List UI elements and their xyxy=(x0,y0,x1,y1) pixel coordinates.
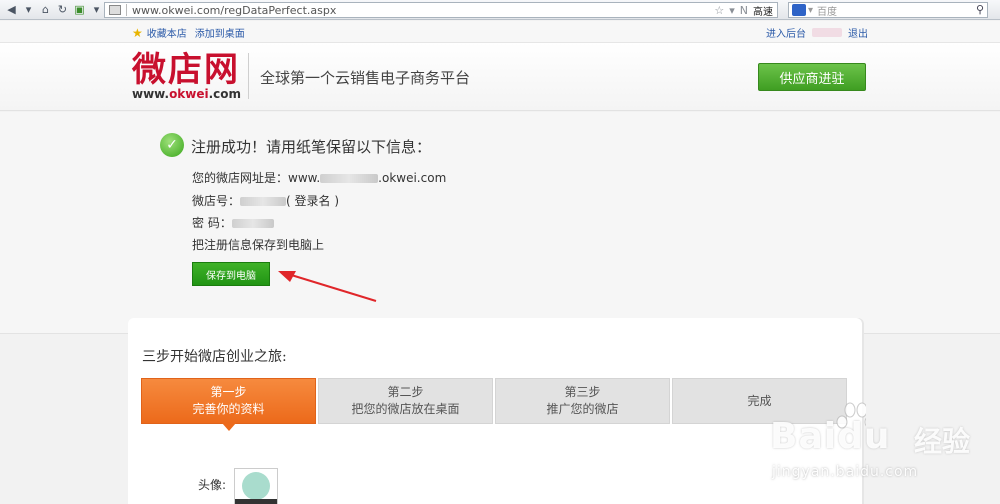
username-masked xyxy=(812,28,842,37)
logo-en-brand: okwei xyxy=(169,87,209,101)
watermark-brand-du: du xyxy=(837,416,891,457)
watermark-brand-bai: Bai xyxy=(770,416,838,457)
star-bookmark-icon[interactable]: ☆ xyxy=(714,4,724,17)
dropdown-arrow-icon[interactable]: ▾ xyxy=(21,2,36,18)
registration-success-panel: ✓ 注册成功！请用纸笔保留以下信息： 您的微店网址是：www. .okwei.co… xyxy=(0,112,1000,334)
search-input[interactable]: ▾ 百度 ⚲ xyxy=(788,2,988,18)
step-1-number: 第一步 xyxy=(210,385,247,399)
dropdown-arrow-icon[interactable]: ▾ xyxy=(808,5,813,16)
shop-url-line: 您的微店网址是：www. .okwei.com xyxy=(192,169,446,186)
url-text: www.okwei.com/regDataPerfect.aspx xyxy=(132,3,337,17)
add-desktop-link[interactable]: 添加到桌面 xyxy=(195,25,245,40)
favorite-star-icon: ★ xyxy=(132,25,143,40)
steps-card-title: 三步开始微店创业之旅: xyxy=(142,349,287,365)
logo-en-prefix: www. xyxy=(132,87,170,101)
step-2-tab[interactable]: 第二步 把您的微店放在桌面 xyxy=(318,378,493,424)
search-engine-icon[interactable] xyxy=(792,4,806,16)
supplier-join-button[interactable]: 供应商进驻 xyxy=(758,63,866,91)
baidu-watermark: Baidu 经验 jingyan.baidu.com xyxy=(766,396,1000,504)
password-line: 密 码： xyxy=(192,214,274,231)
step-1-title: 完善你的资料 xyxy=(192,402,265,416)
password-masked xyxy=(231,219,274,228)
success-title: 注册成功！请用纸笔保留以下信息： xyxy=(191,138,432,156)
step-3-number: 第三步 xyxy=(564,385,601,399)
shop-url-label: 您的微店网址是：www. xyxy=(192,171,321,185)
check-icon: ✓ xyxy=(160,133,184,157)
steps-tabs: 第一步 完善你的资料 第二步 把您的微店放在桌面 第三步 推广您的微店 完成 xyxy=(141,378,847,431)
logout-link[interactable]: 退出 xyxy=(848,25,868,40)
step-3-tab[interactable]: 第三步 推广您的微店 xyxy=(495,378,670,424)
shop-id-suffix: ( 登录名 ) xyxy=(286,194,340,208)
red-arrow-annotation xyxy=(278,271,377,302)
home-icon[interactable]: ⌂ xyxy=(38,2,53,18)
shop-id-line: 微店号： ( 登录名 ) xyxy=(192,192,339,209)
avatar-label: 头像: xyxy=(198,478,227,492)
watermark-brand: Baidu xyxy=(770,416,890,457)
slogan: 全球第一个云销售电子商务平台 xyxy=(260,69,471,87)
step-1-tab[interactable]: 第一步 完善你的资料 xyxy=(141,378,316,431)
logo-en: www.okwei.com xyxy=(132,87,241,101)
back-icon[interactable]: ◀ xyxy=(4,2,19,18)
avatar xyxy=(242,472,270,500)
extension-icon[interactable]: ▣ xyxy=(72,2,87,18)
step-2-title: 把您的微店放在桌面 xyxy=(351,402,460,416)
speed-mode-label[interactable]: 高速 xyxy=(753,3,773,18)
site-header: 微店网 www.okwei.com 全球第一个云销售电子商务平台 供应商进驻 xyxy=(0,43,1000,111)
shop-url-masked xyxy=(320,174,379,183)
refresh-icon[interactable]: ↻ xyxy=(55,2,70,18)
avatar-upload[interactable] xyxy=(234,468,278,504)
site-logo[interactable]: 微店网 www.okwei.com xyxy=(132,51,241,101)
password-label: 密 码： xyxy=(192,216,232,230)
shop-id-masked xyxy=(240,197,287,206)
compat-mode-icon[interactable]: Ν xyxy=(740,4,748,17)
logo-cn: 微店网 xyxy=(132,50,240,90)
steps-card: 三步开始微店创业之旅: 第一步 完善你的资料 第二步 把您的微店放在桌面 第三步… xyxy=(128,318,862,504)
shop-id-label: 微店号： xyxy=(192,194,241,208)
address-separator xyxy=(126,4,127,16)
avatar-caption-bar xyxy=(235,499,277,504)
search-icon[interactable]: ⚲ xyxy=(976,3,984,16)
save-hint: 把注册信息保存到电脑上 xyxy=(192,238,325,252)
backend-link[interactable]: 进入后台 xyxy=(766,25,806,40)
watermark-cn: 经验 xyxy=(914,425,971,458)
shop-url-suffix: .okwei.com xyxy=(378,171,447,185)
step-2-number: 第二步 xyxy=(387,385,424,399)
browser-toolbar: ◀ ▾ ⌂ ↻ ▣ ▾ www.okwei.com/regDataPerfect… xyxy=(0,0,1000,20)
search-placeholder: 百度 xyxy=(817,6,838,18)
address-bar[interactable]: www.okwei.com/regDataPerfect.aspx ☆ ▾ Ν … xyxy=(104,2,778,18)
menu-dropdown-icon[interactable]: ▾ xyxy=(89,2,104,18)
util-bar: ★ 收藏本店 添加到桌面 进入后台 退出 xyxy=(0,21,1000,43)
logo-en-suffix: .com xyxy=(208,87,242,101)
site-icon xyxy=(109,5,121,15)
dropdown-arrow-icon[interactable]: ▾ xyxy=(729,4,735,17)
header-divider xyxy=(248,53,249,99)
save-to-computer-button[interactable]: 保存到电脑 xyxy=(192,262,270,286)
favorite-link[interactable]: 收藏本店 xyxy=(147,25,187,40)
step-3-title: 推广您的微店 xyxy=(546,402,619,416)
watermark-url: jingyan.baidu.com xyxy=(772,464,919,480)
